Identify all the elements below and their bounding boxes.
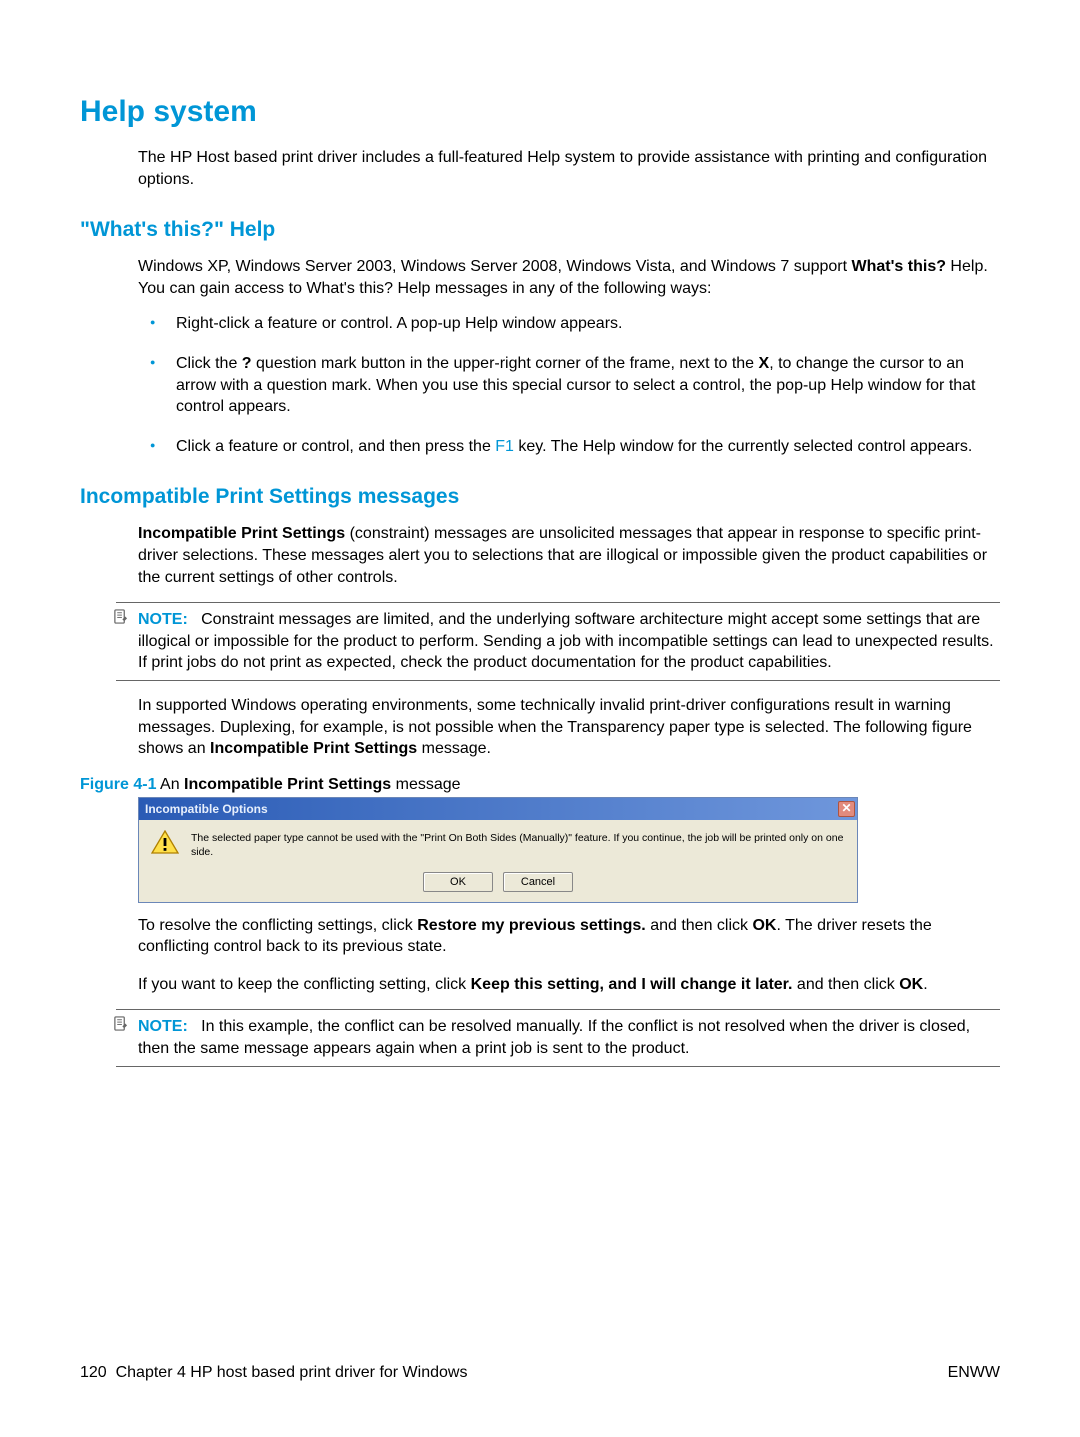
- incompat-paragraph-3: To resolve the conflicting settings, cli…: [138, 915, 1000, 958]
- bold-text: OK: [899, 976, 923, 993]
- incompat-paragraph-4: If you want to keep the conflicting sett…: [138, 974, 1000, 996]
- section-whats-this-heading: "What's this?" Help: [80, 218, 1000, 242]
- footer-right: ENWW: [948, 1364, 1000, 1382]
- bold-text: ?: [242, 355, 252, 372]
- dialog-incompatible-options: Incompatible Options ✕ The selected pape…: [138, 797, 858, 902]
- figure-caption: Figure 4-1 An Incompatible Print Setting…: [80, 774, 1000, 796]
- warning-icon: [151, 830, 179, 854]
- whats-this-paragraph: Windows XP, Windows Server 2003, Windows…: [138, 256, 1000, 299]
- incompat-paragraph-2: In supported Windows operating environme…: [138, 695, 1000, 760]
- text: Windows XP, Windows Server 2003, Windows…: [138, 258, 852, 275]
- dialog-message: The selected paper type cannot be used w…: [191, 828, 849, 859]
- bold-text: Incompatible Print Settings: [210, 740, 417, 757]
- note-icon: [113, 609, 128, 631]
- text: question mark button in the upper-right …: [252, 355, 759, 372]
- close-button[interactable]: ✕: [838, 801, 855, 817]
- text: .: [923, 976, 927, 993]
- note-box: NOTE: In this example, the conflict can …: [116, 1009, 1000, 1066]
- text: key. The Help window for the currently s…: [514, 438, 972, 455]
- dialog-titlebar: Incompatible Options ✕: [139, 798, 857, 820]
- note-label: NOTE:: [138, 611, 188, 628]
- text: and then click: [646, 917, 753, 934]
- list-item: Click the ? question mark button in the …: [138, 353, 1000, 418]
- bold-text: Restore my previous settings.: [417, 917, 646, 934]
- bold-text: Incompatible Print Settings: [138, 525, 345, 542]
- text: Click the: [176, 355, 242, 372]
- page-footer: 120 Chapter 4 HP host based print driver…: [80, 1364, 1000, 1382]
- bold-text: What's this?: [852, 258, 946, 275]
- bold-text: X: [759, 355, 770, 372]
- note-icon: [113, 1016, 128, 1038]
- ok-button[interactable]: OK: [423, 872, 493, 892]
- bold-text: OK: [752, 917, 776, 934]
- text: and then click: [792, 976, 899, 993]
- text: Click a feature or control, and then pre…: [176, 438, 495, 455]
- note-box: NOTE: Constraint messages are limited, a…: [116, 602, 1000, 681]
- text: If you want to keep the conflicting sett…: [138, 976, 471, 993]
- text: message: [391, 776, 460, 793]
- text: To resolve the conflicting settings, cli…: [138, 917, 417, 934]
- whats-this-list: Right-click a feature or control. A pop-…: [138, 313, 1000, 457]
- text: message.: [417, 740, 491, 757]
- page-number: 120: [80, 1364, 107, 1381]
- cancel-button[interactable]: Cancel: [503, 872, 573, 892]
- note-text: Constraint messages are limited, and the…: [138, 611, 994, 671]
- page-title: Help system: [80, 95, 1000, 129]
- list-item: Right-click a feature or control. A pop-…: [138, 313, 1000, 335]
- intro-paragraph: The HP Host based print driver includes …: [138, 147, 1000, 190]
- incompat-paragraph-1: Incompatible Print Settings (constraint)…: [138, 523, 1000, 588]
- list-item: Click a feature or control, and then pre…: [138, 436, 1000, 458]
- bold-text: Keep this setting, and I will change it …: [471, 976, 793, 993]
- figure-label: Figure 4-1: [80, 776, 156, 793]
- chapter-label: Chapter 4 HP host based print driver for…: [116, 1364, 468, 1381]
- dialog-title: Incompatible Options: [145, 801, 268, 817]
- text: An: [156, 776, 184, 793]
- note-text: In this example, the conflict can be res…: [138, 1018, 970, 1057]
- key-name: F1: [495, 438, 514, 455]
- note-label: NOTE:: [138, 1018, 188, 1035]
- bold-text: Incompatible Print Settings: [184, 776, 391, 793]
- section-incompat-heading: Incompatible Print Settings messages: [80, 485, 1000, 509]
